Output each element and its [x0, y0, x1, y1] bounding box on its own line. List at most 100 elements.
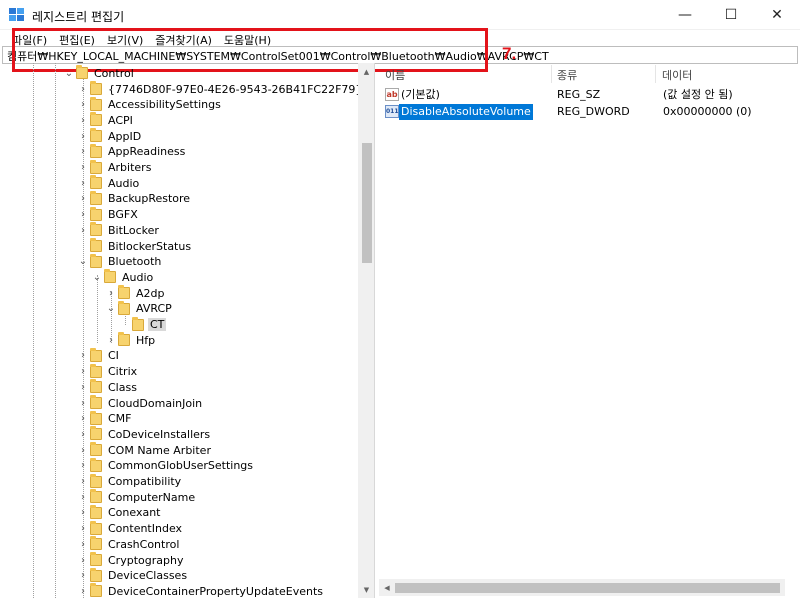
tree-item-label: DeviceContainerPropertyUpdateEvents: [108, 584, 323, 598]
chevron-right-icon[interactable]: ›: [76, 583, 90, 598]
chevron-right-icon[interactable]: ›: [76, 379, 90, 395]
column-separator[interactable]: [551, 65, 552, 83]
list-item[interactable]: ab (기본값) REG_SZ (값 설정 안 됨): [383, 87, 793, 103]
dword-value-icon: 011: [385, 105, 399, 118]
tree-item[interactable]: › Citrix: [76, 363, 139, 380]
tree-item[interactable]: › CoDeviceInstallers: [76, 426, 212, 442]
chevron-right-icon[interactable]: ›: [76, 160, 90, 176]
annotation-step-label: 7.: [502, 44, 517, 63]
tree-item[interactable]: › DeviceContainerPropertyUpdateEvents: [76, 583, 325, 598]
folder-icon: [90, 363, 102, 378]
chevron-right-icon[interactable]: ›: [76, 536, 90, 552]
tree-item-label: {7746D80F-97E0-4E26-9543-26B41FC22F79}: [108, 82, 363, 96]
tree-item-label: COM Name Arbiter: [108, 443, 211, 457]
chevron-right-icon[interactable]: ›: [76, 411, 90, 427]
column-header-name[interactable]: 이름: [385, 67, 405, 83]
tree-item[interactable]: › A2dp: [104, 285, 167, 301]
chevron-right-icon[interactable]: ›: [104, 332, 118, 348]
list-scroll-thumb[interactable]: [395, 583, 780, 593]
tree-item[interactable]: › Audio: [76, 175, 141, 191]
tree-item[interactable]: › AccessibilitySettings: [76, 96, 223, 113]
list-item[interactable]: 011 DisableAbsoluteVolume REG_DWORD 0x00…: [383, 104, 793, 120]
value-name: (기본값): [401, 88, 440, 101]
tree-item[interactable]: › Compatibility: [76, 473, 183, 490]
chevron-right-icon[interactable]: ›: [76, 426, 90, 442]
tree-item-label: BitlockerStatus: [108, 239, 192, 253]
chevron-right-icon[interactable]: ›: [76, 128, 90, 144]
tree-item[interactable]: BitlockerStatus: [76, 238, 193, 254]
chevron-right-icon[interactable]: ›: [76, 97, 90, 113]
minimize-button[interactable]: —: [662, 0, 708, 30]
tree-item[interactable]: › AppReadiness: [76, 143, 187, 160]
registry-editor-icon: [9, 8, 24, 21]
chevron-right-icon[interactable]: ›: [76, 474, 90, 490]
chevron-right-icon[interactable]: ›: [76, 81, 90, 97]
column-header-data[interactable]: 데이터: [662, 67, 692, 83]
chevron-right-icon[interactable]: ›: [76, 112, 90, 128]
tree-item-control[interactable]: ⌄ Control: [62, 65, 136, 81]
tree-item[interactable]: › DeviceClasses: [76, 567, 189, 584]
tree-item[interactable]: › Class: [76, 379, 139, 395]
tree-item[interactable]: › CMF: [76, 410, 134, 427]
tree-item-label: CoDeviceInstallers: [108, 427, 211, 441]
tree-item[interactable]: ⌄ AVRCP: [104, 300, 174, 317]
column-separator[interactable]: [655, 65, 656, 83]
tree-item-label: BGFX: [108, 208, 138, 222]
chevron-down-icon[interactable]: ⌄: [104, 301, 118, 317]
tree-item[interactable]: › Conexant: [76, 504, 163, 521]
chevron-right-icon[interactable]: ›: [76, 552, 90, 568]
column-header-type[interactable]: 종류: [557, 67, 577, 83]
chevron-down-icon[interactable]: ⌄: [90, 269, 104, 285]
tree-item[interactable]: ⌄ Audio: [90, 269, 155, 285]
tree-item[interactable]: › ContentIndex: [76, 520, 184, 537]
chevron-down-icon[interactable]: ⌄: [76, 254, 90, 270]
chevron-right-icon[interactable]: ›: [76, 364, 90, 380]
tree-item[interactable]: › AppID: [76, 128, 143, 144]
scroll-down-arrow-icon[interactable]: ▼: [358, 581, 374, 598]
chevron-down-icon[interactable]: ⌄: [62, 65, 76, 81]
scroll-up-arrow-icon[interactable]: ▲: [358, 63, 374, 80]
chevron-right-icon[interactable]: ›: [76, 144, 90, 160]
tree-item[interactable]: › COM Name Arbiter: [76, 442, 213, 458]
window-title: 레지스트리 편집기: [32, 10, 125, 24]
chevron-right-icon[interactable]: ›: [76, 458, 90, 474]
tree-item[interactable]: CT: [118, 316, 167, 333]
tree-item[interactable]: › Arbiters: [76, 159, 153, 176]
chevron-right-icon[interactable]: ›: [76, 521, 90, 537]
tree-item[interactable]: › Cryptography: [76, 552, 185, 568]
tree-item-label: CMF: [108, 412, 132, 426]
chevron-right-icon[interactable]: ›: [76, 489, 90, 505]
chevron-right-icon[interactable]: ›: [76, 348, 90, 364]
chevron-right-icon[interactable]: ›: [76, 395, 90, 411]
tree-item[interactable]: › CrashControl: [76, 536, 181, 552]
chevron-right-icon[interactable]: ›: [76, 175, 90, 191]
value-type: REG_DWORD: [557, 105, 630, 118]
tree-item[interactable]: › BitLocker: [76, 222, 161, 238]
tree-item[interactable]: › ComputerName: [76, 489, 197, 505]
chevron-right-icon[interactable]: ›: [76, 505, 90, 521]
chevron-right-icon[interactable]: ›: [76, 568, 90, 584]
folder-icon: [90, 175, 102, 190]
tree-item[interactable]: › CommonGlobUserSettings: [76, 457, 255, 474]
chevron-right-icon[interactable]: ›: [76, 207, 90, 223]
folder-icon: [90, 410, 102, 425]
tree-item[interactable]: ⌄ Bluetooth: [76, 253, 163, 270]
chevron-right-icon[interactable]: ›: [104, 285, 118, 301]
tree-item[interactable]: › ACPI: [76, 112, 135, 128]
tree-scroll-thumb[interactable]: [362, 143, 372, 263]
tree-item[interactable]: › BackupRestore: [76, 190, 192, 207]
chevron-right-icon[interactable]: ›: [76, 442, 90, 458]
chevron-right-icon[interactable]: ›: [76, 191, 90, 207]
close-button[interactable]: ✕: [754, 0, 800, 30]
scroll-left-arrow-icon[interactable]: ◀: [379, 579, 395, 596]
tree-item-label: AppReadiness: [108, 145, 186, 159]
tree-item[interactable]: › {7746D80F-97E0-4E26-9543-26B41FC22F79}: [76, 81, 364, 97]
tree-item[interactable]: › CloudDomainJoin: [76, 395, 204, 411]
tree-item[interactable]: › CI: [76, 347, 121, 364]
folder-icon: [90, 489, 102, 504]
chevron-right-icon[interactable]: ›: [76, 222, 90, 238]
maximize-button[interactable]: ☐: [708, 0, 754, 30]
folder-open-icon: [76, 65, 88, 79]
tree-item[interactable]: › BGFX: [76, 206, 140, 223]
tree-item[interactable]: › Hfp: [104, 332, 157, 348]
